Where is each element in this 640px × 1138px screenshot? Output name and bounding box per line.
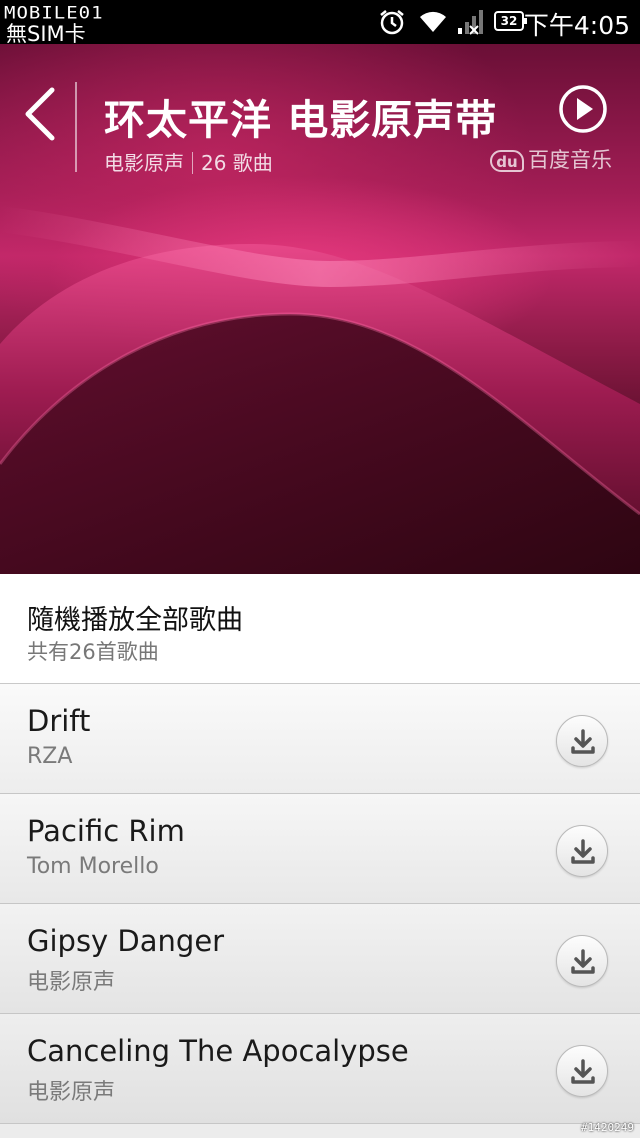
download-icon <box>571 839 595 864</box>
download-button[interactable] <box>556 1045 608 1097</box>
track-title: Pacific Rim <box>27 814 185 848</box>
track-artist: Tom Morello <box>27 854 159 879</box>
watermark: #1420249 <box>581 1121 634 1134</box>
album-meta: 电影原声 26 歌曲 <box>104 147 273 176</box>
album-category: 电影原声 <box>104 151 184 175</box>
signal-icon <box>456 8 486 40</box>
download-icon <box>571 729 595 754</box>
track-row[interactable]: Canceling The Apocalypse 电影原声 <box>0 1014 640 1124</box>
source-logo: du 百度音乐 <box>490 144 612 174</box>
shuffle-subtitle: 共有26首歌曲 <box>27 640 159 664</box>
download-icon <box>571 949 595 974</box>
track-row[interactable]: Gipsy Danger 电影原声 <box>0 904 640 1014</box>
album-title: 环太平洋 电影原声带 <box>104 96 498 144</box>
back-button[interactable] <box>18 84 64 144</box>
track-artist: RZA <box>27 744 73 769</box>
meta-separator <box>192 152 193 174</box>
battery-icon: 32 <box>494 11 527 31</box>
source-name: 百度音乐 <box>528 148 612 172</box>
play-icon <box>559 85 607 133</box>
shuffle-title: 隨機播放全部歌曲 <box>27 605 243 636</box>
track-artist: 电影原声 <box>27 1080 116 1105</box>
play-all-button[interactable] <box>558 84 608 134</box>
album-track-count: 26 歌曲 <box>201 151 273 175</box>
track-row[interactable]: Drift RZA <box>0 684 640 794</box>
track-title: Canceling The Apocalypse <box>27 1034 409 1068</box>
header-divider <box>75 82 77 172</box>
status-bar: MOBILE01 無SIM卡 32 下午4:05 <box>0 0 640 46</box>
track-artist: 电影原声 <box>27 970 116 995</box>
download-icon <box>571 1059 595 1084</box>
track-title: Gipsy Danger <box>27 924 225 958</box>
download-button[interactable] <box>556 715 608 767</box>
download-button[interactable] <box>556 935 608 987</box>
baidu-du-icon: du <box>490 150 524 172</box>
alarm-icon <box>378 8 406 40</box>
clock: 下午4:05 <box>523 11 630 40</box>
chevron-left-icon <box>25 87 55 141</box>
track-row[interactable]: Pacific Rim Tom Morello <box>0 794 640 904</box>
wifi-icon <box>418 8 448 38</box>
download-button[interactable] <box>556 825 608 877</box>
status-bar-left: MOBILE01 無SIM卡 <box>4 2 144 46</box>
shuffle-all-row[interactable]: 隨機播放全部歌曲 共有26首歌曲 <box>0 574 640 684</box>
track-title: Drift <box>27 704 91 738</box>
album-header: 环太平洋 电影原声带 电影原声 26 歌曲 du 百度音乐 <box>0 44 640 574</box>
